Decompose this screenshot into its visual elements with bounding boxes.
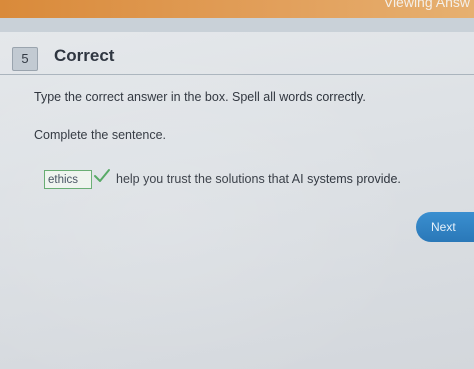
checkmark-icon bbox=[94, 169, 110, 182]
sentence-row: ethics help you trust the solutions that… bbox=[44, 168, 401, 190]
sentence-text: help you trust the solutions that AI sys… bbox=[116, 172, 401, 186]
header-strip bbox=[0, 18, 474, 32]
question-instruction: Type the correct answer in the box. Spel… bbox=[34, 90, 366, 104]
top-bar: Viewing Answ bbox=[0, 0, 474, 18]
answer-input[interactable]: ethics bbox=[44, 169, 92, 189]
question-status-title: Correct bbox=[54, 46, 115, 65]
question-header: 5 Correct bbox=[0, 40, 474, 75]
question-prompt: Complete the sentence. bbox=[34, 128, 167, 142]
question-number-badge: 5 bbox=[12, 47, 38, 71]
next-button[interactable]: Next bbox=[416, 212, 474, 242]
viewing-answer-label: Viewing Answ bbox=[383, 0, 470, 10]
